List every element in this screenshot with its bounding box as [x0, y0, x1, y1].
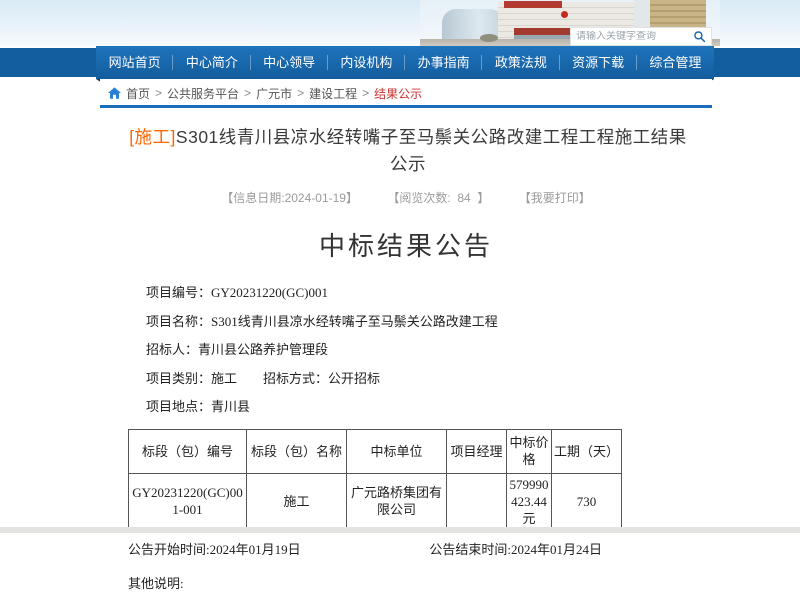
field-value: 公开招标 — [328, 371, 380, 386]
nav-item-management[interactable]: 综合管理 — [637, 46, 714, 79]
page-title: [施工]S301线青川县凉水经转嘴子至马鬃关公路改建工程工程施工结果公示 — [128, 124, 688, 178]
nav-item-guide[interactable]: 办事指南 — [405, 46, 482, 79]
field-project-number: 项目编号：GY20231220(GC)001 — [146, 279, 684, 308]
col-project-manager: 项目经理 — [447, 429, 507, 473]
article-meta: 【信息日期:2024-01-19】 【阅览次数: 84 】 【我要打印】 — [128, 189, 684, 206]
project-fields: 项目编号：GY20231220(GC)001 项目名称：S301线青川县凉水经转… — [146, 279, 684, 422]
nav-item-intro[interactable]: 中心简介 — [173, 46, 250, 79]
table-row: GY20231220(GC)001-001 施工 广元路桥集团有限公司 5799… — [129, 473, 622, 529]
view-count-bracket: 】 — [477, 191, 489, 205]
field-label: 项目编号： — [146, 285, 211, 300]
field-value: S301线青川县凉水经转嘴子至马鬃关公路改建工程 — [211, 314, 498, 329]
page-content: 首页 > 公共服务平台 > 广元市 > 建设工程 > 结果公示 [施工]S301… — [100, 79, 712, 527]
nav-item-downloads[interactable]: 资源下载 — [560, 46, 637, 79]
home-icon[interactable] — [108, 87, 121, 99]
building-red-signboard — [504, 1, 562, 8]
nav-item-departments[interactable]: 内设机构 — [328, 46, 405, 79]
field-value: GY20231220(GC)001 — [211, 285, 328, 300]
cell-winning-bidder: 广元路桥集团有限公司 — [347, 473, 447, 529]
col-section-number: 标段（包）编号 — [129, 429, 247, 473]
cell-duration-days: 730 — [552, 473, 622, 529]
breadcrumb-home[interactable]: 首页 — [126, 85, 150, 102]
search-icon[interactable] — [693, 30, 706, 43]
col-section-name: 标段（包）名称 — [247, 429, 347, 473]
field-category-and-method: 项目类别：施工 招标方式：公开招标 — [146, 365, 684, 394]
breadcrumb: 首页 > 公共服务平台 > 广元市 > 建设工程 > 结果公示 — [100, 79, 712, 103]
footer-strip — [0, 527, 800, 533]
search-input[interactable] — [576, 31, 693, 42]
breadcrumb-separator: > — [244, 86, 251, 100]
field-label: 招标人： — [146, 342, 198, 357]
breadcrumb-divider — [100, 105, 712, 108]
field-label: 项目地点： — [146, 399, 211, 414]
field-value: 施工 — [211, 371, 237, 386]
field-value: 青川县 — [211, 399, 250, 414]
field-tenderee: 招标人：青川县公路养护管理段 — [146, 336, 684, 365]
breadcrumb-city[interactable]: 广元市 — [256, 85, 292, 102]
cell-section-name: 施工 — [247, 473, 347, 529]
view-count-label: 【阅览次数: — [387, 191, 450, 205]
print-button[interactable]: 【我要打印】 — [519, 191, 591, 205]
col-winning-bidder: 中标单位 — [347, 429, 447, 473]
nav-item-home[interactable]: 网站首页 — [96, 46, 173, 79]
national-emblem — [561, 11, 568, 18]
other-notes-label: 其他说明: — [128, 573, 684, 592]
cell-section-number: GY20231220(GC)001-001 — [129, 473, 247, 529]
breadcrumb-separator: > — [297, 86, 304, 100]
breadcrumb-current: 结果公示 — [374, 85, 422, 102]
announcement-start-time: 公告开始时间:2024年01月19日 — [128, 539, 301, 558]
title-category-tag: [施工] — [129, 127, 176, 147]
title-text: S301线青川县凉水经转嘴子至马鬃关公路改建工程工程施工结果公示 — [176, 127, 687, 174]
field-project-name: 项目名称：S301线青川县凉水经转嘴子至马鬃关公路改建工程 — [146, 308, 684, 337]
nav-item-leaders[interactable]: 中心领导 — [251, 46, 328, 79]
search-box[interactable] — [570, 27, 712, 46]
nav-item-policies[interactable]: 政策法规 — [482, 46, 559, 79]
breadcrumb-platform[interactable]: 公共服务平台 — [167, 85, 239, 102]
table-header-row: 标段（包）编号 标段（包）名称 中标单位 项目经理 中标价格 工期（天） — [129, 429, 622, 473]
cell-project-manager — [447, 473, 507, 529]
field-label: 项目类别： — [146, 371, 211, 386]
field-label: 招标方式： — [263, 371, 328, 386]
announcement-end-time: 公告结束时间:2024年01月24日 — [429, 539, 602, 558]
field-value: 青川县公路养护管理段 — [198, 342, 328, 357]
field-location: 项目地点：青川县 — [146, 393, 684, 422]
breadcrumb-separator: > — [155, 86, 162, 100]
breadcrumb-construction[interactable]: 建设工程 — [309, 85, 357, 102]
header-banner — [0, 0, 800, 46]
notice-heading: 中标结果公告 — [128, 226, 684, 263]
breadcrumb-separator: > — [362, 86, 369, 100]
view-count-value: 84 — [457, 191, 470, 205]
field-label: 项目名称： — [146, 314, 211, 329]
tree — [480, 34, 498, 42]
main-navbar: 网站首页 中心简介 中心领导 内设机构 办事指南 政策法规 资源下载 综合管理 — [96, 46, 714, 79]
announcement-times: 公告开始时间:2024年01月19日 公告结束时间:2024年01月24日 — [128, 539, 684, 558]
col-duration-days: 工期（天） — [552, 429, 622, 473]
bid-result-table: 标段（包）编号 标段（包）名称 中标单位 项目经理 中标价格 工期（天） GY2… — [128, 429, 622, 530]
info-date: 【信息日期:2024-01-19】 — [221, 191, 358, 205]
view-count: 【阅览次数: 84 】 — [387, 191, 489, 205]
col-bid-price: 中标价格 — [507, 429, 552, 473]
cell-bid-price: 579990423.44元 — [507, 473, 552, 529]
